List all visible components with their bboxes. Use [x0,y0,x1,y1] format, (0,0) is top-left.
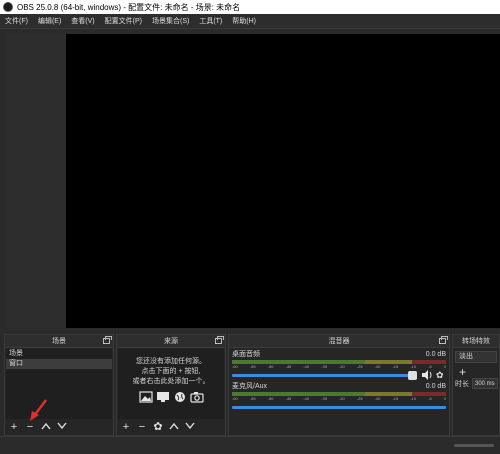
menu-help[interactable]: 帮助(H) [227,16,261,26]
resize-grip[interactable] [454,444,494,447]
remove-icon[interactable]: − [25,421,35,433]
sources-hint-line-3: 或者右击此处添加一个。 [132,378,210,385]
sources-title: 来源 [164,338,178,345]
preview-canvas[interactable] [66,34,500,328]
sources-dock: 来源 您还没有添加任何源。 点击下面的 + 按钮, 或者右击此处添加一个。 + … [116,334,226,436]
slider-handle[interactable] [408,370,417,380]
title-bar: OBS 25.0.8 (64-bit, windows) - 配置文件: 未命名… [0,0,500,14]
transitions-dock: 转场特效 淡出 + 时长 300 ms [452,334,500,436]
mixer-title: 混音器 [328,338,350,345]
down-icon[interactable] [57,422,67,433]
mixer-dock-title: 混音器 [229,335,449,348]
settings-icon[interactable]: ✿ [153,421,163,433]
camera-icon [189,392,204,403]
undock-icon[interactable] [439,336,448,344]
transitions-title: 转场特效 [462,338,490,345]
source-type-icons [138,391,204,403]
window-title: OBS 25.0.8 (64-bit, windows) - 配置文件: 未命名… [17,2,241,12]
scenes-dock: 场景 场景 窗口 + − [4,334,114,436]
scenes-toolbar: + − [5,419,113,435]
image-icon [138,391,153,403]
globe-icon [174,392,185,402]
preview-side-panel [6,34,66,328]
menu-view[interactable]: 查看(V) [66,16,99,26]
sources-hint-line-1: 您还没有添加任何源。 [136,358,206,365]
mixer-channel-desktop: 桌面音频 0.0 dB -60 -55 -50 -45 -40 -35 -30 -25 -20-… [229,348,449,380]
undock-icon[interactable] [103,336,112,344]
volume-slider[interactable] [232,370,417,380]
transitions-dock-title: 转场特效 [453,335,499,348]
channel-db: 0.0 dB [425,383,446,390]
up-icon[interactable] [169,422,179,433]
scene-list[interactable]: 场景 窗口 [6,349,112,419]
add-icon[interactable]: + [121,421,131,433]
add-icon[interactable]: + [9,421,19,433]
mixer-dock: 混音器 桌面音频 0.0 dB -60 -55 -50 -45 -40 -35 -30 -25… [228,334,450,436]
duration-input[interactable]: 300 ms [472,378,498,389]
undock-icon[interactable] [215,336,224,344]
speaker-icon[interactable] [421,370,433,380]
menu-scene-collection[interactable]: 场景集合(S) [147,16,194,26]
source-list[interactable]: 您还没有添加任何源。 点击下面的 + 按钮, 或者右击此处添加一个。 [118,349,224,419]
menu-tools[interactable]: 工具(T) [194,16,227,26]
volume-slider[interactable] [232,405,446,409]
down-icon[interactable] [185,422,195,433]
menu-edit[interactable]: 编辑(E) [33,16,66,26]
duration-row: 时长 300 ms [453,378,499,389]
channel-db: 0.0 dB [425,351,446,358]
red-arrow-annotation [30,399,47,421]
gear-icon[interactable]: ✿ [436,370,446,380]
scenes-title: 场景 [52,338,66,345]
scenes-dock-title: 场景 [5,335,113,348]
menu-file[interactable]: 文件(F) [0,16,33,26]
menu-bar: 文件(F) 编辑(E) 查看(V) 配置文件(P) 场景集合(S) 工具(T) … [0,14,500,29]
scene-item-0[interactable]: 场景 [6,349,112,359]
menu-profile[interactable]: 配置文件(P) [100,16,147,26]
sources-dock-title: 来源 [117,335,225,348]
mixer-channel-mic: 麦克风/Aux 0.0 dB -60 -55 -50 -45 -40 -35 -30 -25-… [229,380,449,412]
add-transition-icon[interactable]: + [453,366,499,378]
duration-label: 时长 [455,380,469,388]
up-icon[interactable] [41,422,51,433]
obs-logo-icon [3,2,13,12]
channel-name: 桌面音频 [232,351,260,358]
status-bar [0,436,500,454]
scene-item-1[interactable]: 窗口 [6,359,112,369]
monitor-icon [156,392,169,402]
sources-hint-line-2: 点击下面的 + 按钮, [141,368,201,375]
channel-name: 麦克风/Aux [232,383,268,390]
remove-icon[interactable]: − [137,421,147,433]
transition-select[interactable]: 淡出 [455,351,497,363]
sources-toolbar: + − ✿ [117,419,225,435]
